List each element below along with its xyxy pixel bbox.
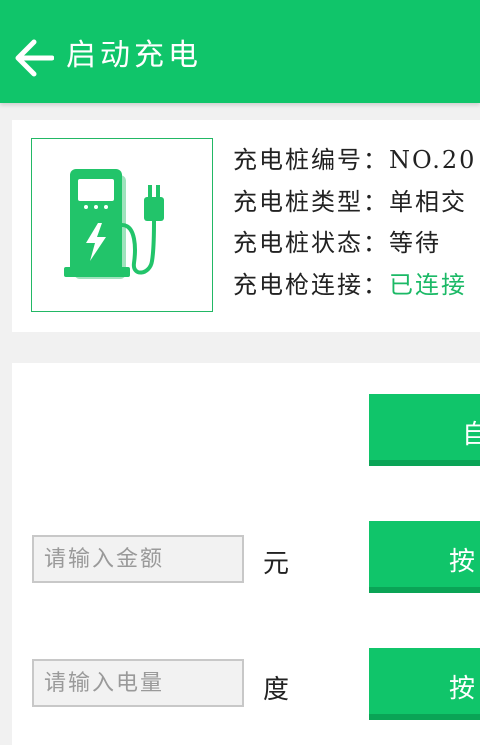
energy-unit: 度 — [263, 675, 290, 705]
pile-type-line: 充电桩类型：单相交 — [233, 182, 476, 224]
auto-charge-button[interactable]: 自 — [369, 394, 480, 466]
pile-status-line: 充电桩状态：等待 — [233, 223, 476, 265]
app-header: 启动充电 — [0, 0, 480, 103]
amount-input[interactable] — [32, 535, 244, 583]
page-title: 启动充电 — [66, 38, 202, 73]
pile-number-value: NO.20 — [389, 146, 477, 174]
back-arrow-icon[interactable] — [12, 38, 54, 78]
gun-connection-line: 充电枪连接：已连接 — [233, 265, 476, 307]
pile-number-line: 充电桩编号：NO.20 — [233, 140, 476, 182]
pile-info-card: 充电桩编号：NO.20 充电桩类型：单相交 充电桩状态：等待 充电枪连接：已连接 — [12, 120, 480, 332]
charge-by-amount-button-label: 按 — [449, 547, 476, 577]
pile-info-lines: 充电桩编号：NO.20 充电桩类型：单相交 充电桩状态：等待 充电枪连接：已连接 — [233, 140, 476, 306]
charging-station-icon — [64, 169, 164, 279]
charge-by-amount-button[interactable]: 按 — [369, 521, 480, 593]
pile-status-label: 充电桩状态： — [233, 229, 389, 257]
energy-input[interactable] — [32, 659, 244, 707]
charge-by-energy-button[interactable]: 按 — [369, 648, 480, 720]
charge-actions-card: 自 元 按 度 按 — [12, 363, 480, 745]
gun-connection-label: 充电枪连接： — [233, 270, 389, 299]
gun-connection-value: 已连接 — [389, 270, 467, 299]
auto-charge-button-label: 自 — [462, 420, 480, 450]
pile-image-frame — [31, 138, 213, 312]
pile-number-label: 充电桩编号： — [233, 146, 389, 174]
amount-unit: 元 — [263, 549, 290, 579]
charge-by-energy-button-label: 按 — [449, 674, 476, 704]
pile-status-value: 等待 — [389, 229, 441, 257]
pile-type-value: 单相交 — [389, 187, 467, 216]
pile-type-label: 充电桩类型： — [233, 187, 389, 216]
